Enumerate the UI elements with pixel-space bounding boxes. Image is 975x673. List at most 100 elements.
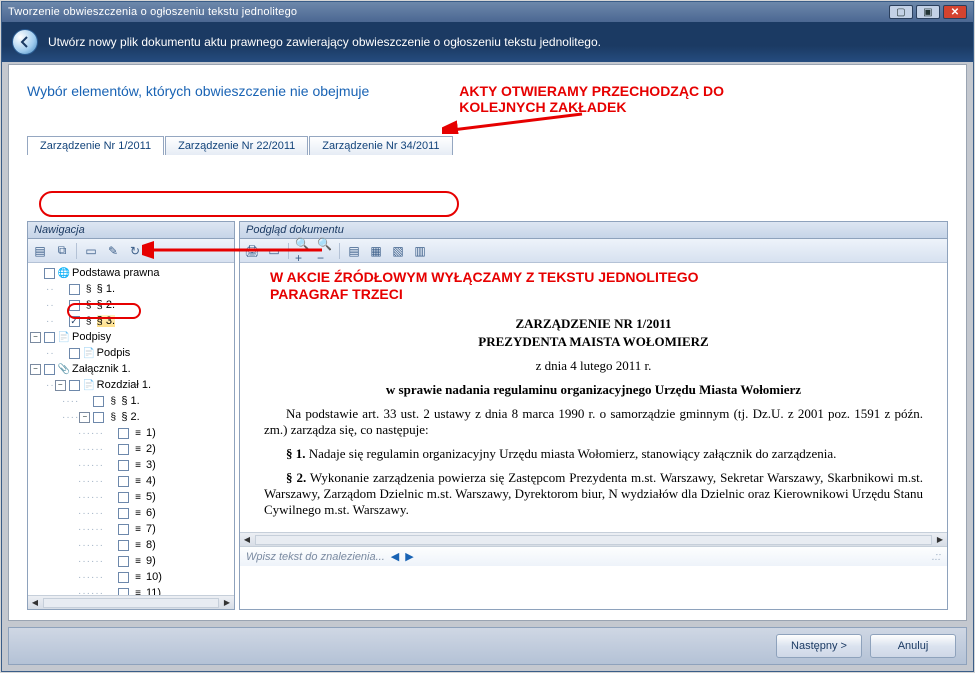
tab-act-1[interactable]: Zarządzenie Nr 1/2011 [27,136,164,155]
find-prev-icon[interactable]: ◀ [391,550,399,563]
tree-checkbox[interactable] [44,364,55,375]
scroll-right-icon[interactable]: ▶ [220,596,234,610]
tree-expander-icon[interactable]: − [30,364,41,375]
tree-node-icon: ≡ [132,572,144,583]
nav-pane: Nawigacja ▤⧉▭✎↻ 🌐Podstawa prawna··§§ 1.·… [27,221,235,610]
layout2-icon[interactable]: ▦ [368,243,384,259]
next-button[interactable]: Następny > [776,634,862,658]
tree-checkbox[interactable]: ✓ [69,316,80,327]
tree-checkbox[interactable] [118,556,129,567]
tree-row[interactable]: ··§§ 1. [30,281,234,297]
tree-node-icon: § [107,412,119,423]
tree-expander-icon[interactable]: − [30,332,41,343]
tree-checkbox[interactable] [118,508,129,519]
tree-row[interactable]: ······≡10) [30,569,234,585]
tree-row[interactable]: ······≡7) [30,521,234,537]
tree-checkbox[interactable] [44,268,55,279]
page-icon[interactable]: ▭ [83,243,99,259]
layout4-icon[interactable]: ▥ [412,243,428,259]
tree-checkbox[interactable] [69,300,80,311]
copy-icon[interactable]: ⧉ [54,243,70,259]
zoom-out-icon[interactable]: 🔍− [317,243,333,259]
cancel-button[interactable]: Anuluj [870,634,956,658]
tree-checkbox[interactable] [118,444,129,455]
document-preview[interactable]: ZARZĄDZENIE NR 1/2011 PREZYDENTA MAISTA … [240,304,947,532]
tree-row[interactable]: ······≡8) [30,537,234,553]
tree-checkbox[interactable] [118,588,129,596]
tree-node-icon: ≡ [132,460,144,471]
scroll-right-icon[interactable]: ▶ [933,533,947,547]
print-icon[interactable]: 🖨 [244,243,260,259]
tree-label: § 2. [121,411,139,423]
tree-checkbox[interactable] [118,492,129,503]
tree-label: 4) [146,475,156,487]
tree-node-icon: ≡ [132,428,144,439]
doc-title-line2: PREZYDENTA MAISTA WOŁOMIERZ [264,334,923,350]
tree-row[interactable]: −📎Załącznik 1. [30,361,234,377]
tree-row[interactable]: ······≡3) [30,457,234,473]
tree-row[interactable]: ··📄Podpis [30,345,234,361]
tree-row[interactable]: ······≡2) [30,441,234,457]
tree-row[interactable]: ····−§§ 2. [30,409,234,425]
minimize-button[interactable]: ▢ [889,5,913,19]
tree-expander-icon[interactable]: − [79,412,90,423]
tree-checkbox[interactable] [93,412,104,423]
back-circle-icon[interactable] [12,29,38,55]
tree-checkbox[interactable] [44,332,55,343]
tree-row[interactable]: ······≡6) [30,505,234,521]
doc-p2: § 2. Wykonanie zarządzenia powierza się … [264,470,923,518]
page-layout-icon[interactable]: ▤ [32,243,48,259]
scroll-left-icon[interactable]: ◀ [240,533,254,547]
tree-checkbox[interactable] [118,524,129,535]
doc-subject: w sprawie nadania regulaminu organizacyj… [264,382,923,398]
find-next-icon[interactable]: ▶ [405,550,413,563]
nav-tree-wrap[interactable]: 🌐Podstawa prawna··§§ 1.··§§ 2.··✓§§ 3.−📄… [28,263,234,595]
tree-node-icon: ≡ [132,524,144,535]
tree-expander-icon[interactable]: − [55,380,66,391]
tree-checkbox[interactable] [69,284,80,295]
tree-row[interactable]: ··✓§§ 3. [30,313,234,329]
tab-act-3[interactable]: Zarządzenie Nr 34/2011 [309,136,452,155]
window-title: Tworzenie obwieszczenia o ogłoszeniu tek… [8,6,297,18]
nav-pane-title: Nawigacja [28,222,234,239]
tree-checkbox[interactable] [69,380,80,391]
tree-row[interactable]: 🌐Podstawa prawna [30,265,234,281]
tree-checkbox[interactable] [118,460,129,471]
tree-row[interactable]: ······≡1) [30,425,234,441]
tree-checkbox[interactable] [69,348,80,359]
doc-toolbar: 🖨 ▭ 🔍+ 🔍− ▤ ▦ ▧ ▥ [240,239,947,263]
layout3-icon[interactable]: ▧ [390,243,406,259]
nav-h-scrollbar[interactable]: ◀ ▶ [28,595,234,609]
edit-icon[interactable]: ✎ [105,243,121,259]
tree-checkbox[interactable] [118,476,129,487]
zoom-in-icon[interactable]: 🔍+ [295,243,311,259]
page-icon[interactable]: ▭ [266,243,282,259]
doc-h-scrollbar[interactable]: ◀ ▶ [240,532,947,546]
maximize-button[interactable]: ▣ [916,5,940,19]
layout1-icon[interactable]: ▤ [346,243,362,259]
tree-checkbox[interactable] [118,572,129,583]
tree-checkbox[interactable] [118,540,129,551]
scroll-left-icon[interactable]: ◀ [28,596,42,610]
annotation-paragraph: W AKCIE ŹRÓDŁOWYM WYŁĄCZAMY Z TEKSTU JED… [240,263,947,304]
tree-row[interactable]: ······≡4) [30,473,234,489]
tree-row[interactable]: −📄Podpisy [30,329,234,345]
tree-label: 10) [146,571,162,583]
nav-toolbar: ▤ ⧉ ▭ ✎ ↻ [28,239,234,263]
tree-row[interactable]: ··§§ 2. [30,297,234,313]
tree-row[interactable]: ····§§ 1. [30,393,234,409]
tree-checkbox[interactable] [118,428,129,439]
find-placeholder[interactable]: Wpisz tekst do znalezienia... [246,551,385,563]
tab-act-2[interactable]: Zarządzenie Nr 22/2011 [165,136,308,155]
tree-row[interactable]: ······≡11) [30,585,234,595]
tree-checkbox[interactable] [93,396,104,407]
tree-label: Podpis [97,347,131,359]
refresh-icon[interactable]: ↻ [127,243,143,259]
close-button[interactable]: ✕ [943,5,967,19]
tree-label: Podstawa prawna [72,267,159,279]
tree-row[interactable]: ··−📄Rozdział 1. [30,377,234,393]
tree-node-icon: ≡ [132,476,144,487]
tree-row[interactable]: ······≡9) [30,553,234,569]
tree-row[interactable]: ······≡5) [30,489,234,505]
content-area: Wybór elementów, których obwieszczenie n… [8,64,967,621]
